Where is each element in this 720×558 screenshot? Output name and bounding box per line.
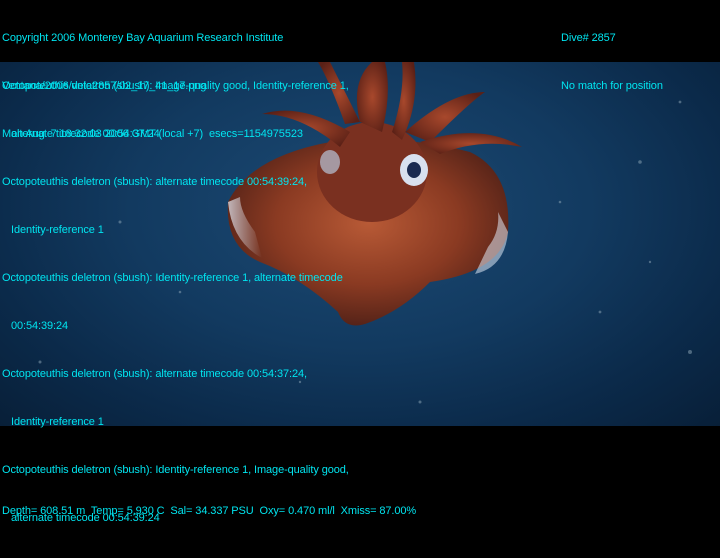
annotation-line: Octopoteuthis deletron (sbush): Image-qu…: [2, 80, 349, 92]
position-status-text: No match for position: [561, 80, 663, 92]
sensor-readout-text: Depth= 608.51 m Temp= 5.930 C Sal= 34.33…: [2, 505, 417, 517]
copyright-text: Copyright 2006 Monterey Bay Aquarium Res…: [2, 32, 284, 44]
annotation-line: Identity-reference 1: [11, 416, 104, 428]
annotation-line: Octopoteuthis deletron (sbush): Identity…: [2, 272, 343, 284]
sensor-readout: Depth= 608.51 m Temp= 5.930 C Sal= 34.33…: [2, 471, 416, 551]
dive-info-block: Dive# 2857 No match for position: [561, 0, 663, 126]
video-frame: Copyright 2006 Monterey Bay Aquarium Res…: [0, 0, 720, 524]
annotation-line: Identity-reference 1: [11, 224, 104, 236]
annotation-line: alternate timecode 00:54:37:24: [11, 128, 160, 140]
annotation-line: 00:54:39:24: [11, 320, 69, 332]
annotation-line: Octopoteuthis deletron (sbush): alternat…: [2, 368, 307, 380]
annotation-line: Octopoteuthis deletron (sbush): alternat…: [2, 176, 307, 188]
dive-number-text: Dive# 2857: [561, 32, 616, 44]
